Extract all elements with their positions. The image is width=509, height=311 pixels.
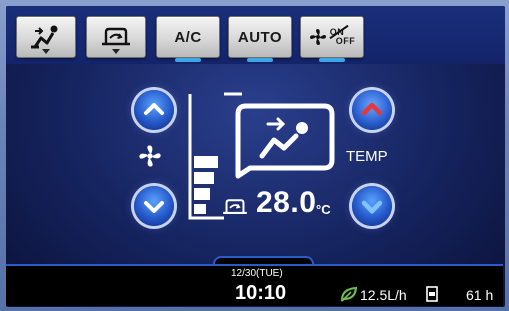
fan-level-bar-4 bbox=[194, 156, 218, 168]
fan-icon bbox=[309, 29, 326, 45]
ac-indicator bbox=[175, 58, 201, 62]
date-display: 12/30(TUE) bbox=[231, 268, 283, 279]
ac-button[interactable]: A/C bbox=[156, 16, 220, 62]
fan-onoff-text: ON OFF bbox=[329, 24, 356, 46]
seat-airflow-icon bbox=[31, 25, 58, 49]
temperature-value: 28.0 bbox=[256, 186, 317, 219]
fan-off-label: OFF bbox=[335, 36, 356, 46]
fan-level-bar-1 bbox=[194, 204, 206, 214]
airflow-mode-button[interactable] bbox=[16, 16, 76, 58]
chevron-down-icon bbox=[361, 200, 383, 214]
chevron-up-icon bbox=[144, 103, 164, 115]
airflow-mode-display bbox=[235, 103, 335, 179]
eco-leaf-icon bbox=[340, 286, 358, 302]
temp-down-button[interactable] bbox=[352, 186, 392, 226]
temp-label: TEMP bbox=[346, 148, 388, 165]
fan-up-button[interactable] bbox=[134, 90, 174, 130]
fan-indicator bbox=[319, 58, 345, 62]
fan-icon bbox=[139, 145, 161, 167]
dropdown-caret-icon bbox=[42, 49, 50, 54]
hour-meter: 61 h bbox=[466, 287, 494, 303]
dropdown-caret-icon bbox=[112, 49, 120, 54]
recirculation-button[interactable] bbox=[86, 16, 146, 58]
temperature-unit: °C bbox=[316, 202, 331, 217]
fan-level-bar-3 bbox=[194, 172, 214, 184]
chevron-up-icon bbox=[361, 102, 383, 116]
fan-onoff-button[interactable]: ON OFF bbox=[300, 16, 364, 62]
auto-indicator bbox=[247, 58, 273, 62]
auto-label: AUTO bbox=[237, 28, 283, 46]
recirculation-icon bbox=[102, 27, 130, 46]
toolbar: A/C AUTO ON OFF bbox=[6, 6, 505, 64]
chevron-down-icon bbox=[144, 201, 164, 213]
ac-label: A/C bbox=[174, 28, 202, 46]
fuel-rate: 12.5L/h bbox=[360, 287, 407, 303]
fan-level-bar-2 bbox=[194, 188, 210, 200]
time-display: 10:10 bbox=[235, 282, 287, 304]
temp-up-button[interactable] bbox=[352, 90, 392, 130]
fan-down-button[interactable] bbox=[134, 186, 174, 226]
auto-button[interactable]: AUTO bbox=[228, 16, 292, 62]
fuel-gauge-icon bbox=[426, 286, 438, 302]
recirculation-icon bbox=[223, 199, 247, 214]
